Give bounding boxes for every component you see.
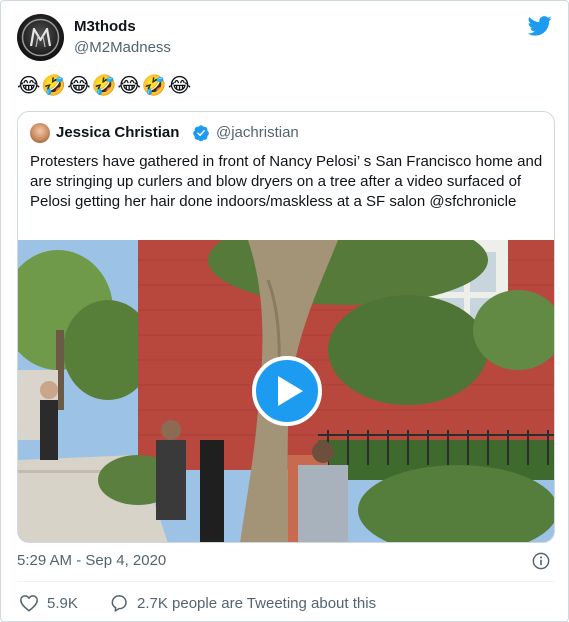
video-player[interactable] bbox=[18, 240, 554, 542]
play-button[interactable] bbox=[252, 356, 322, 426]
quoted-tweet-text: Protesters have gathered in front of Nan… bbox=[30, 153, 543, 210]
quoted-author-name[interactable]: Jessica Christian bbox=[56, 124, 179, 141]
verified-badge-icon bbox=[193, 125, 209, 142]
tweet-text: 😂🤣😂🤣😂🤣😂 bbox=[17, 73, 193, 97]
info-icon[interactable] bbox=[532, 552, 550, 570]
author-name[interactable]: M3thods bbox=[74, 18, 136, 35]
reply-bubble-icon[interactable] bbox=[109, 593, 129, 613]
author-handle[interactable]: @M2Madness bbox=[74, 39, 171, 56]
quoted-author-avatar[interactable] bbox=[30, 123, 50, 143]
author-avatar[interactable] bbox=[17, 14, 64, 61]
divider bbox=[17, 581, 554, 582]
quoted-author-handle[interactable]: @jachristian bbox=[216, 124, 299, 141]
play-icon bbox=[278, 376, 303, 406]
conversation-link[interactable]: 2.7K people are Tweeting about this bbox=[137, 595, 376, 612]
tweet-timestamp[interactable]: 5:29 AM - Sep 4, 2020 bbox=[17, 552, 166, 569]
like-count[interactable]: 5.9K bbox=[47, 595, 78, 612]
heart-icon[interactable] bbox=[19, 594, 39, 612]
tweet-card: M3thods @M2Madness 😂🤣😂🤣😂🤣😂 Jessica Chris… bbox=[0, 0, 569, 622]
twitter-bird-icon[interactable] bbox=[528, 15, 552, 37]
quoted-tweet[interactable]: Jessica Christian @jachristian Protester… bbox=[17, 111, 555, 543]
